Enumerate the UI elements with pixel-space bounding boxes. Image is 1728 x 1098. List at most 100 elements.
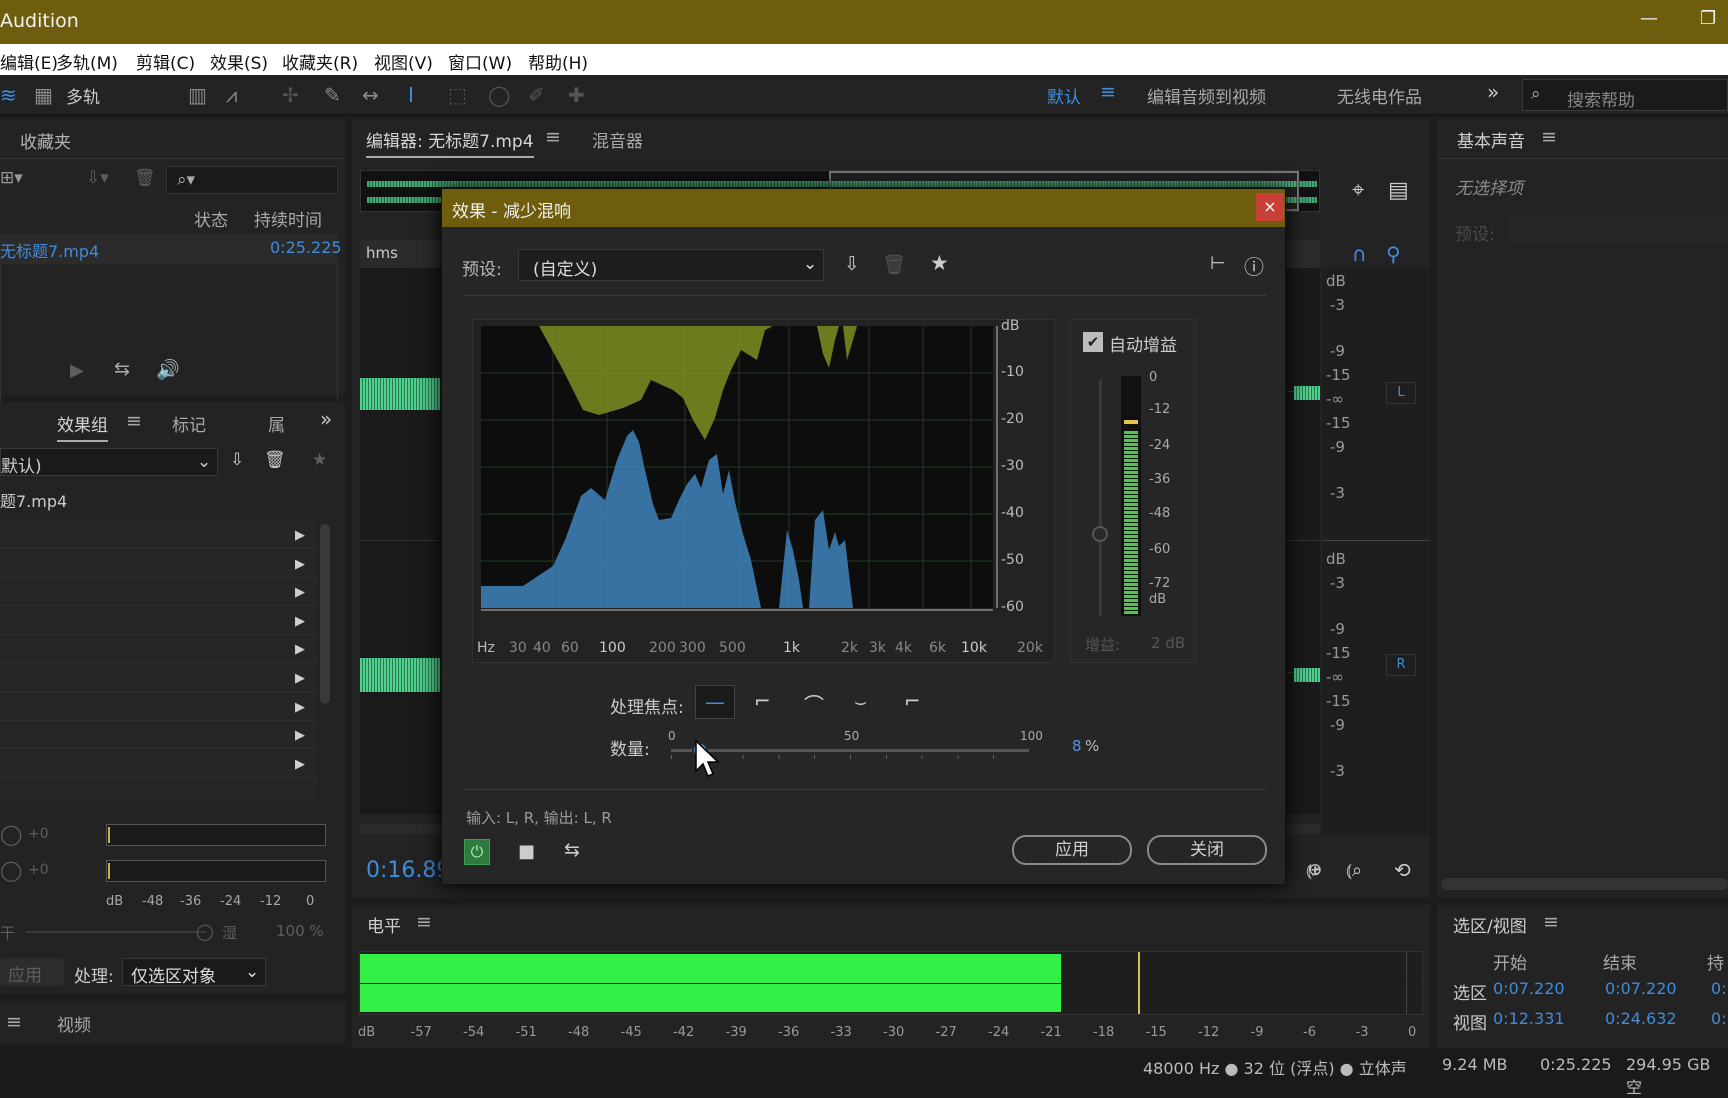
save-preset-icon[interactable]: ⇩: [230, 450, 244, 470]
menu-edit[interactable]: 编辑(E): [0, 49, 58, 74]
move-tool-icon[interactable]: ✢: [282, 83, 299, 107]
menu-favorites[interactable]: 收藏夹(R): [282, 49, 358, 74]
essential-sound-menu-icon[interactable]: ≡: [1541, 126, 1557, 148]
slot-expand-icon[interactable]: ▶: [295, 757, 305, 772]
more-tabs-icon[interactable]: »: [320, 407, 332, 431]
loop-icon[interactable]: ⇆: [114, 358, 130, 380]
skip-selection-icon[interactable]: ⚲: [1386, 242, 1401, 266]
delete-preset-icon[interactable]: 🗑: [264, 450, 286, 470]
delete-icon[interactable]: 🗑: [134, 168, 156, 188]
amount-value[interactable]: 8: [1072, 737, 1082, 755]
selection-view-menu-icon[interactable]: ≡: [1543, 911, 1559, 933]
info-icon[interactable]: ⓘ: [1244, 251, 1264, 280]
favorites-tab[interactable]: 收藏夹: [20, 128, 71, 153]
view-start[interactable]: 0:12.331: [1493, 1009, 1565, 1028]
save-preset-icon[interactable]: ⇩: [844, 253, 860, 275]
time-selection-tool-icon[interactable]: I: [408, 83, 414, 107]
file-search-input[interactable]: ⌕▾: [166, 166, 338, 194]
slot-expand-icon[interactable]: ▶: [295, 671, 305, 686]
view-end[interactable]: 0:24.632: [1605, 1009, 1677, 1028]
menu-multitrack[interactable]: 多轨(M): [56, 49, 118, 74]
gain-slider[interactable]: [1099, 380, 1102, 616]
tab-properties[interactable]: 属: [268, 411, 285, 436]
tab-markers[interactable]: 标记: [172, 411, 206, 436]
mix-slider-handle-icon[interactable]: ◯: [196, 922, 214, 941]
search-help-input[interactable]: ⌕ 搜索帮助: [1522, 79, 1728, 111]
essential-sound-title[interactable]: 基本声音: [1457, 127, 1525, 152]
menu-window[interactable]: 窗口(W): [448, 49, 512, 74]
focus-dip-button[interactable]: ⌣: [854, 689, 867, 713]
slot-expand-icon[interactable]: ▶: [295, 528, 305, 543]
input-gain-knob-icon[interactable]: ◯: [0, 822, 22, 846]
focus-high-button[interactable]: ⌐: [904, 689, 921, 713]
restore-icon[interactable]: ❐: [1700, 8, 1716, 29]
apply-button[interactable]: 应用: [1012, 835, 1132, 865]
channel-right-toggle[interactable]: R: [1386, 654, 1416, 676]
channel-left-toggle[interactable]: L: [1386, 382, 1416, 404]
mix-slider[interactable]: [26, 931, 206, 933]
lasso-tool-icon[interactable]: ◯: [488, 83, 510, 107]
rack-scrollbar[interactable]: [320, 524, 330, 704]
routing-icon[interactable]: ⊢: [1210, 253, 1226, 274]
effects-rack-menu-icon[interactable]: ≡: [126, 410, 142, 432]
multitrack-button[interactable]: 多轨: [66, 83, 100, 108]
minimize-icon[interactable]: —: [1640, 8, 1658, 29]
workspace-radio[interactable]: 无线电作品: [1337, 83, 1422, 108]
rack-preset-select[interactable]: 默认) ⌄: [0, 448, 218, 477]
view-duration[interactable]: 0:: [1711, 1009, 1727, 1028]
slot-expand-icon[interactable]: ▶: [295, 614, 305, 629]
output-gain-knob-icon[interactable]: ◯: [0, 858, 22, 882]
focus-mid-button[interactable]: ⌒: [804, 689, 824, 718]
slot-expand-icon[interactable]: ▶: [295, 642, 305, 657]
current-time[interactable]: 0:16.89: [366, 858, 450, 883]
focus-flat-button[interactable]: —: [695, 685, 735, 719]
editor-menu-icon[interactable]: ≡: [545, 126, 561, 148]
gain-slider-handle[interactable]: [1092, 526, 1108, 542]
delete-preset-icon[interactable]: 🗑: [882, 253, 906, 276]
menu-view[interactable]: 视图(V): [374, 49, 433, 74]
file-list-item[interactable]: 无标题7.mp4 0:25.225: [0, 234, 342, 264]
dialog-title-bar[interactable]: 效果 - 减少混响 ×: [442, 189, 1285, 227]
menu-clip[interactable]: 剪辑(C): [136, 49, 195, 74]
preset-select[interactable]: (自定义) ⌄: [518, 249, 824, 281]
workspace-menu-icon[interactable]: ≡: [1100, 81, 1116, 103]
slot-expand-icon[interactable]: ▶: [295, 700, 305, 715]
brush-tool-icon[interactable]: ✐: [528, 83, 545, 107]
power-toggle-icon[interactable]: ⏻: [464, 839, 490, 865]
levels-title[interactable]: 电平: [367, 912, 401, 937]
slip-tool-icon[interactable]: ↔: [362, 83, 379, 107]
menu-help[interactable]: 帮助(H): [528, 49, 588, 74]
close-button[interactable]: 关闭: [1147, 835, 1267, 865]
zoom-out-full-icon[interactable]: ⦅⌕: [1346, 860, 1362, 881]
workspace-default[interactable]: 默认: [1047, 83, 1081, 108]
pitch-view-icon[interactable]: ⩘: [226, 83, 237, 107]
tab-mixer[interactable]: 混音器: [592, 127, 643, 152]
tab-video[interactable]: 视频: [57, 1011, 91, 1036]
razor-tool-icon[interactable]: ✎: [324, 83, 341, 107]
video-panel-menu-icon[interactable]: ≡: [6, 1011, 22, 1033]
new-file-icon[interactable]: ⊞▾: [0, 168, 23, 188]
right-scrollbar[interactable]: [1441, 878, 1728, 890]
col-status[interactable]: 状态: [194, 206, 228, 231]
selection-end[interactable]: 0:07.220: [1605, 979, 1677, 998]
zoom-reset-icon[interactable]: ⟲: [1394, 858, 1411, 882]
workspace-edit-audio-to-video[interactable]: 编辑音频到视频: [1147, 83, 1266, 108]
waveform-view-icon[interactable]: ≋: [0, 83, 17, 107]
more-workspaces-icon[interactable]: »: [1487, 80, 1499, 104]
tab-effects-rack[interactable]: 效果组: [57, 411, 108, 442]
amount-slider[interactable]: [671, 742, 1029, 758]
zoom-navigator-icon[interactable]: ⌖: [1352, 178, 1364, 203]
selection-duration[interactable]: 0:: [1711, 979, 1727, 998]
levels-menu-icon[interactable]: ≡: [416, 911, 432, 933]
tab-editor[interactable]: 编辑器: 无标题7.mp4: [366, 127, 534, 158]
favorite-star-icon[interactable]: ★: [312, 450, 327, 470]
import-icon[interactable]: ⇩▾: [86, 168, 109, 188]
process-select[interactable]: 仅选区对象 ⌄: [122, 958, 266, 987]
snap-magnet-icon[interactable]: ∩: [1352, 242, 1367, 266]
menu-effects[interactable]: 效果(S): [210, 49, 268, 74]
slot-expand-icon[interactable]: ▶: [295, 557, 305, 572]
loop-preview-icon[interactable]: ⇆: [564, 839, 580, 861]
favorite-star-icon[interactable]: ★: [930, 251, 949, 275]
selection-view-title[interactable]: 选区/视图: [1453, 912, 1527, 937]
zoom-in-icon[interactable]: ⦅⌕: [1306, 860, 1322, 881]
